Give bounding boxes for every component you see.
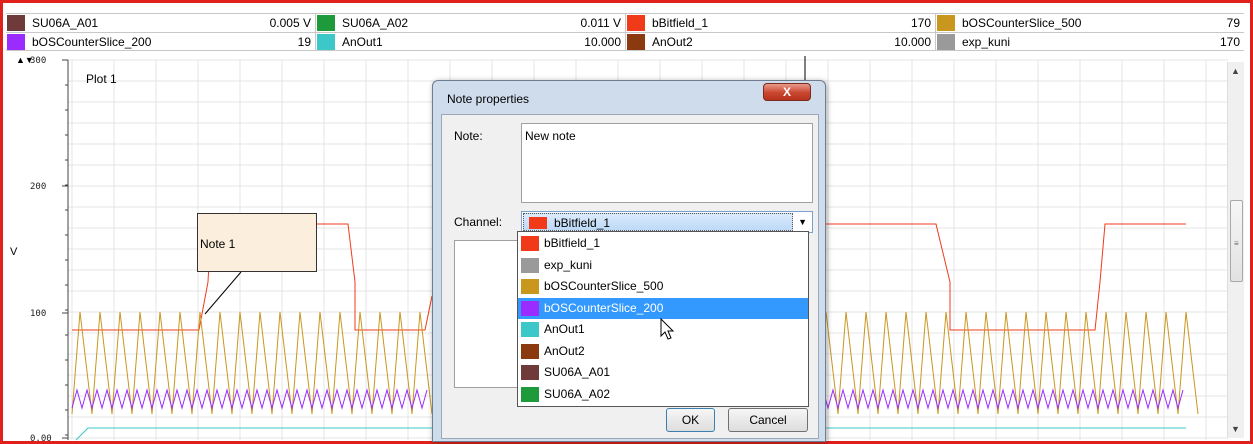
legend-name: bOSCounterSlice_200 — [32, 35, 152, 49]
scrollbar-thumb[interactable]: ≡ — [1230, 200, 1243, 282]
legend-item[interactable]: SU06A_A01 0.005 V — [6, 14, 316, 32]
channel-option-swatch — [521, 322, 539, 337]
vertical-scrollbar[interactable]: ▲ ≡ ▼ — [1227, 62, 1244, 438]
legend-value: 170 — [1219, 35, 1240, 49]
legend-value: 170 — [910, 16, 931, 30]
legend-name: AnOut2 — [652, 35, 693, 49]
grip-icon: ≡ — [1234, 239, 1239, 248]
ok-button[interactable]: OK — [666, 408, 715, 432]
channel-option[interactable]: bOSCounterSlice_500 — [518, 276, 808, 297]
channel-option[interactable]: bBitfield_1 — [518, 233, 808, 254]
channel-option[interactable]: SU06A_A02 — [518, 384, 808, 405]
legend-swatch — [937, 34, 955, 50]
legend-item[interactable]: exp_kuni 170 — [936, 33, 1244, 51]
note-textarea[interactable]: New note — [521, 123, 813, 203]
legend-swatch — [627, 15, 645, 31]
legend-swatch — [937, 15, 955, 31]
y-axis-unit: V — [10, 246, 18, 258]
legend-name: bOSCounterSlice_500 — [962, 16, 1082, 30]
legend-value: 0.005 V — [269, 16, 311, 30]
legend-item[interactable]: bBitfield_1 170 — [626, 14, 936, 32]
legend-value: 19 — [297, 35, 311, 49]
cancel-button[interactable]: Cancel — [728, 408, 808, 432]
channel-select[interactable]: bBitfield_1 ▼ — [521, 211, 813, 233]
scroll-down-icon[interactable]: ▼ — [1231, 424, 1240, 434]
legend-swatch — [627, 34, 645, 50]
legend-swatch — [7, 34, 25, 50]
legend-swatch — [7, 15, 25, 31]
channel-option-swatch — [521, 279, 539, 294]
series-boscounterslice-200 — [817, 388, 1184, 410]
channel-option-label: bOSCounterSlice_500 — [544, 279, 664, 293]
legend-name: AnOut1 — [342, 35, 383, 49]
legend-name: SU06A_A01 — [32, 16, 99, 30]
channel-option-swatch — [521, 300, 539, 316]
channel-legend: SU06A_A01 0.005 V SU06A_A02 0.011 V bBit… — [6, 13, 1244, 51]
channel-option-label: bOSCounterSlice_200 — [544, 300, 664, 315]
channel-option-label: AnOut1 — [544, 322, 585, 336]
plot-title: Plot 1 — [86, 72, 117, 86]
y-tick-label: 0.00 — [30, 434, 52, 444]
channel-option[interactable]: bOSCounterSlice_200 — [518, 297, 808, 319]
close-button[interactable]: X — [763, 83, 811, 101]
note-label: Note: — [454, 129, 483, 143]
channel-option-label: SU06A_A02 — [544, 386, 611, 401]
channel-option-label: AnOut2 — [544, 343, 585, 358]
channel-option-label: SU06A_A01 — [544, 365, 611, 379]
channel-option-swatch — [521, 236, 539, 251]
scroll-up-icon[interactable]: ▲ — [1231, 66, 1240, 76]
note-annotation-label: Note 1 — [200, 237, 236, 251]
legend-name: exp_kuni — [962, 35, 1011, 49]
channel-selected-text: bBitfield_1 — [554, 216, 611, 230]
series-bbitfield-1 — [818, 223, 1186, 331]
legend-item[interactable]: AnOut1 10.000 — [316, 33, 626, 51]
channel-option-swatch — [521, 343, 539, 359]
chevron-down-icon[interactable]: ▼ — [798, 217, 807, 227]
channel-option[interactable]: exp_kuni — [518, 255, 808, 276]
y-tick-label: 100 — [30, 309, 47, 319]
channel-option-swatch — [521, 365, 539, 380]
legend-name: SU06A_A02 — [342, 16, 409, 30]
series-boscounterslice-500 — [71, 311, 433, 415]
channel-option-swatch — [521, 386, 539, 402]
channel-option-swatch — [521, 257, 539, 273]
legend-swatch — [317, 15, 335, 31]
legend-value: 0.011 V — [580, 16, 621, 30]
legend-value: 10.000 — [584, 35, 621, 49]
channel-label: Channel: — [454, 215, 503, 229]
legend-value: 79 — [1226, 16, 1240, 30]
legend-value: 10.000 — [894, 35, 931, 49]
legend-row-1: SU06A_A01 0.005 V SU06A_A02 0.011 V bBit… — [6, 13, 1244, 32]
channel-option[interactable]: AnOut2 — [518, 341, 808, 362]
channel-swatch — [529, 217, 547, 229]
channel-select-value: bBitfield_1 — [523, 213, 793, 231]
legend-item[interactable]: bOSCounterSlice_500 79 — [936, 14, 1244, 32]
note-pointer-line — [204, 271, 242, 315]
legend-row-2: bOSCounterSlice_200 19 AnOut1 10.000 AnO… — [6, 32, 1244, 51]
y-tick-label: 200 — [30, 182, 47, 192]
y-tick-label: 300 — [30, 56, 47, 66]
legend-item[interactable]: AnOut2 10.000 — [626, 33, 936, 51]
dialog-title: Note properties — [447, 92, 530, 106]
note-annotation[interactable]: Note 1 — [197, 213, 317, 272]
legend-item[interactable]: SU06A_A02 0.011 V — [316, 14, 626, 32]
note-preview-panel — [454, 240, 522, 388]
channel-option-label: exp_kuni — [544, 257, 593, 272]
legend-name: bBitfield_1 — [652, 16, 709, 30]
legend-item[interactable]: bOSCounterSlice_200 19 — [6, 33, 316, 51]
mouse-cursor-icon — [660, 318, 675, 340]
channel-option-label: bBitfield_1 — [544, 236, 601, 250]
legend-swatch — [317, 34, 335, 50]
channel-option[interactable]: SU06A_A01 — [518, 362, 808, 383]
